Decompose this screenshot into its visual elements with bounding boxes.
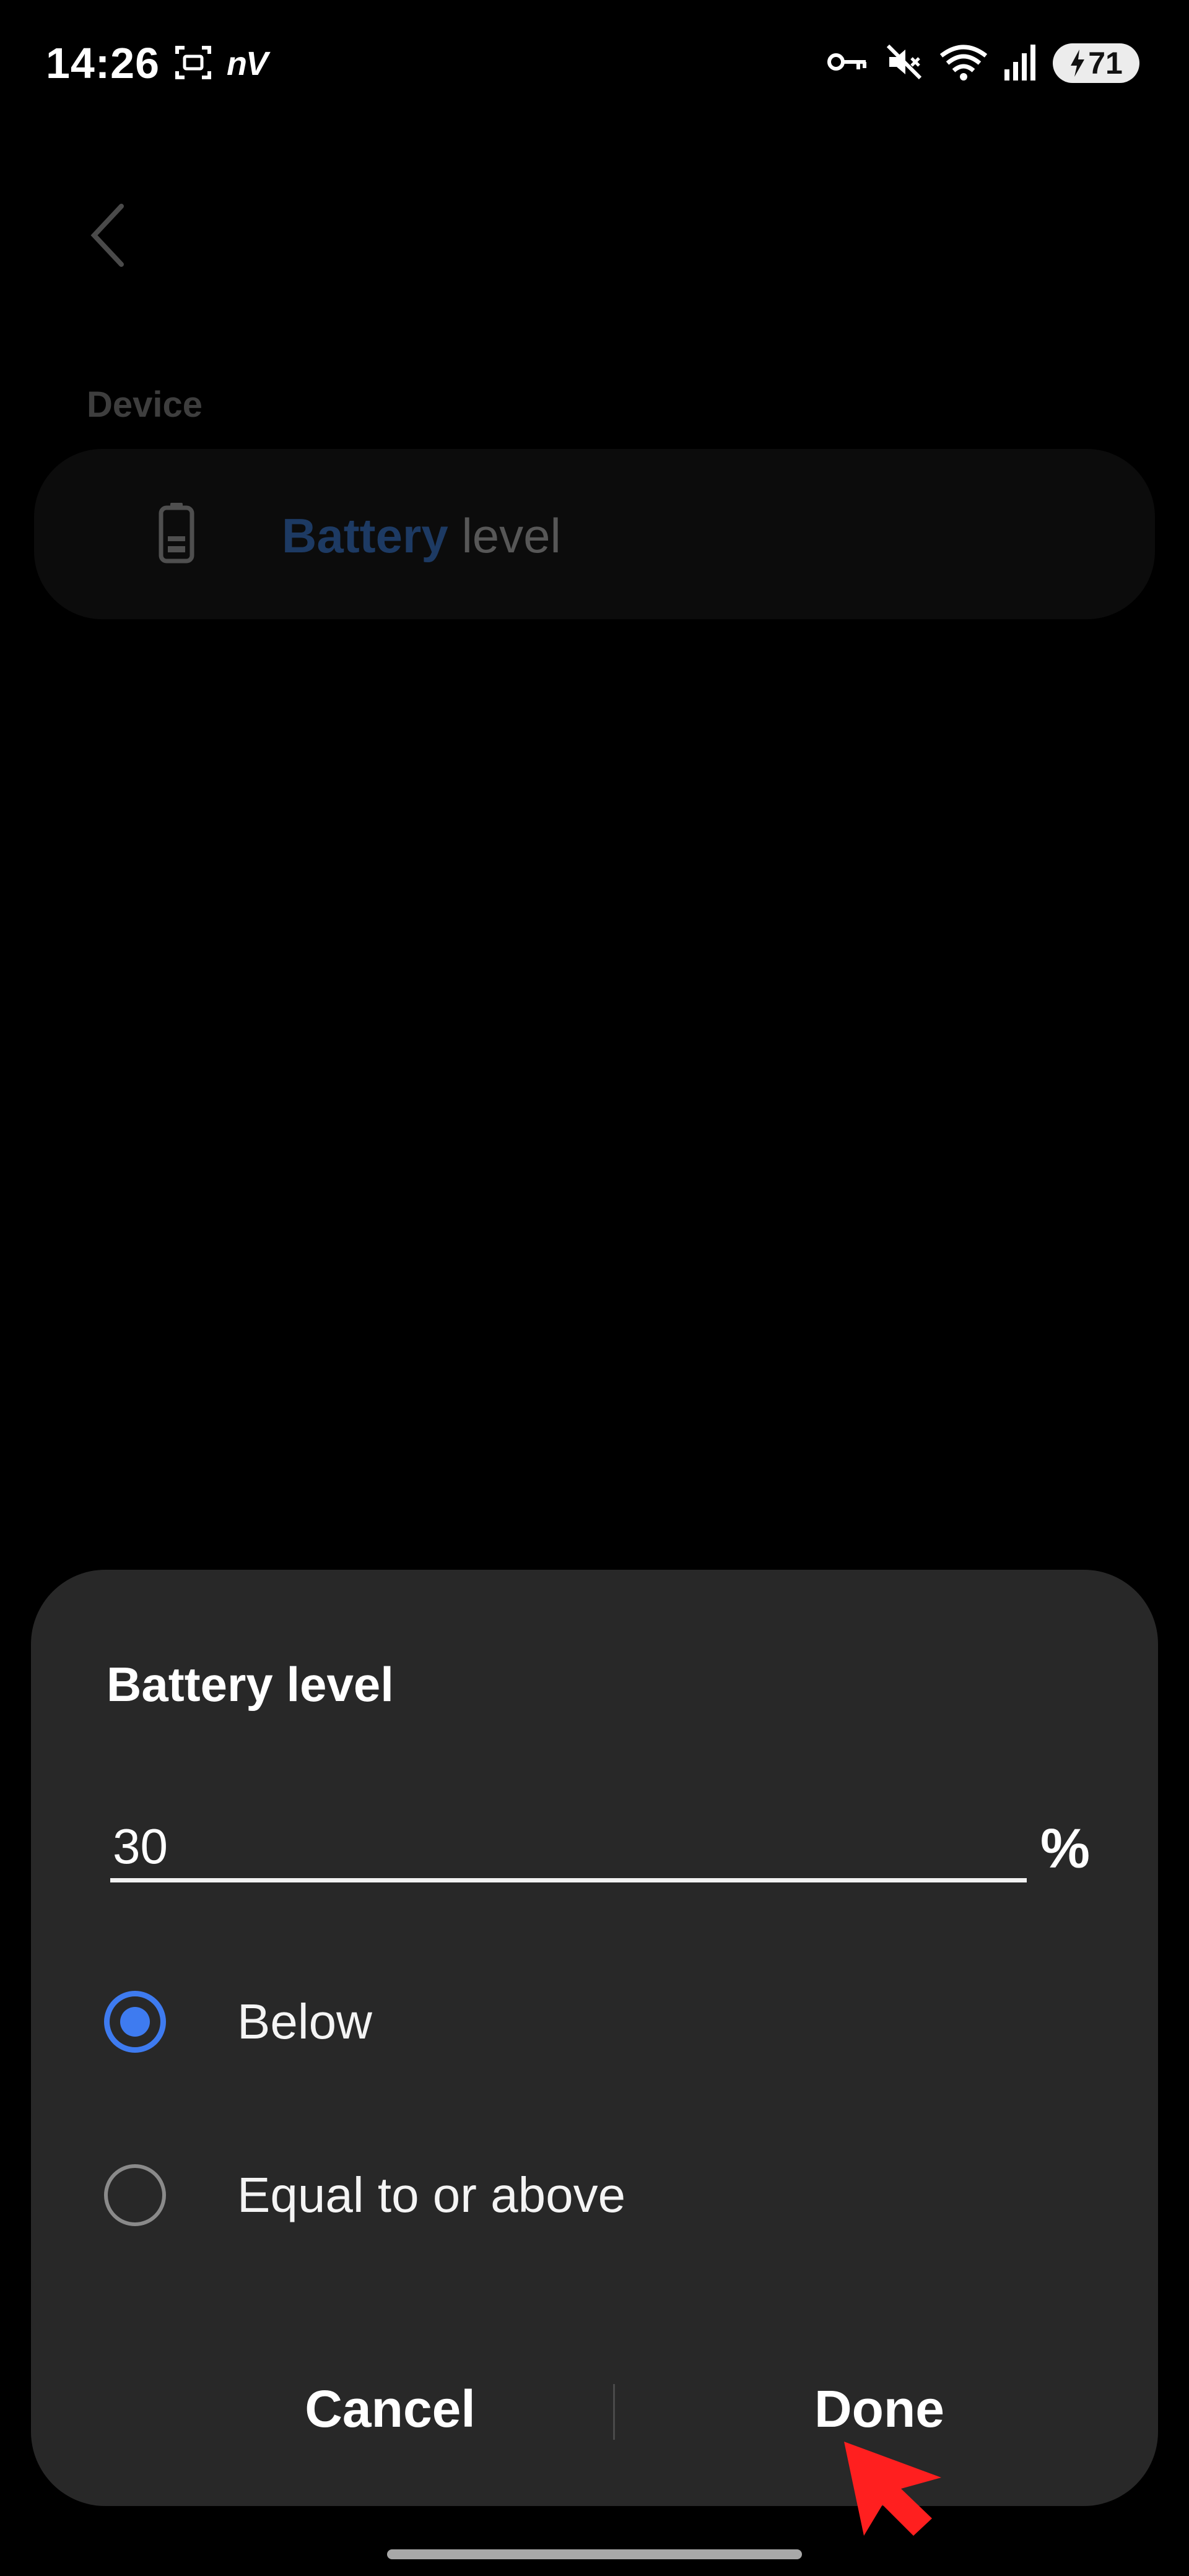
option-equal-or-above[interactable]: Equal to or above	[104, 2143, 1082, 2248]
percent-unit-label: %	[1040, 1818, 1091, 1880]
battery-level-card[interactable]: Battery level	[34, 449, 1155, 619]
cancel-button[interactable]: Cancel	[173, 2347, 607, 2471]
card-label-rest: level	[448, 508, 561, 563]
dialog-title: Battery level	[107, 1657, 394, 1712]
battery-level-dialog: Battery level % Below Equal to or above …	[31, 1570, 1158, 2506]
dialog-buttons: Cancel Done	[31, 2347, 1158, 2471]
section-label: Device	[87, 385, 203, 425]
option-below[interactable]: Below	[104, 1969, 1082, 2074]
pointer-cursor-icon	[839, 2437, 951, 2545]
chevron-left-icon	[90, 204, 124, 267]
option-equal-or-above-label: Equal to or above	[237, 2167, 626, 2222]
radio-unchecked-icon[interactable]	[104, 2164, 166, 2226]
button-divider	[613, 2384, 615, 2440]
screen: 14:26 nV 71 Device Battery level Battery…	[0, 0, 1189, 2576]
card-label-highlight: Battery	[282, 508, 448, 563]
radio-checked-icon[interactable]	[104, 1991, 166, 2053]
battery-icon	[158, 502, 195, 567]
option-below-label: Below	[237, 1994, 372, 2049]
battery-value-input[interactable]	[110, 1814, 1027, 1882]
home-indicator[interactable]	[387, 2549, 802, 2559]
back-button[interactable]	[81, 198, 136, 272]
card-label: Battery level	[282, 508, 561, 564]
